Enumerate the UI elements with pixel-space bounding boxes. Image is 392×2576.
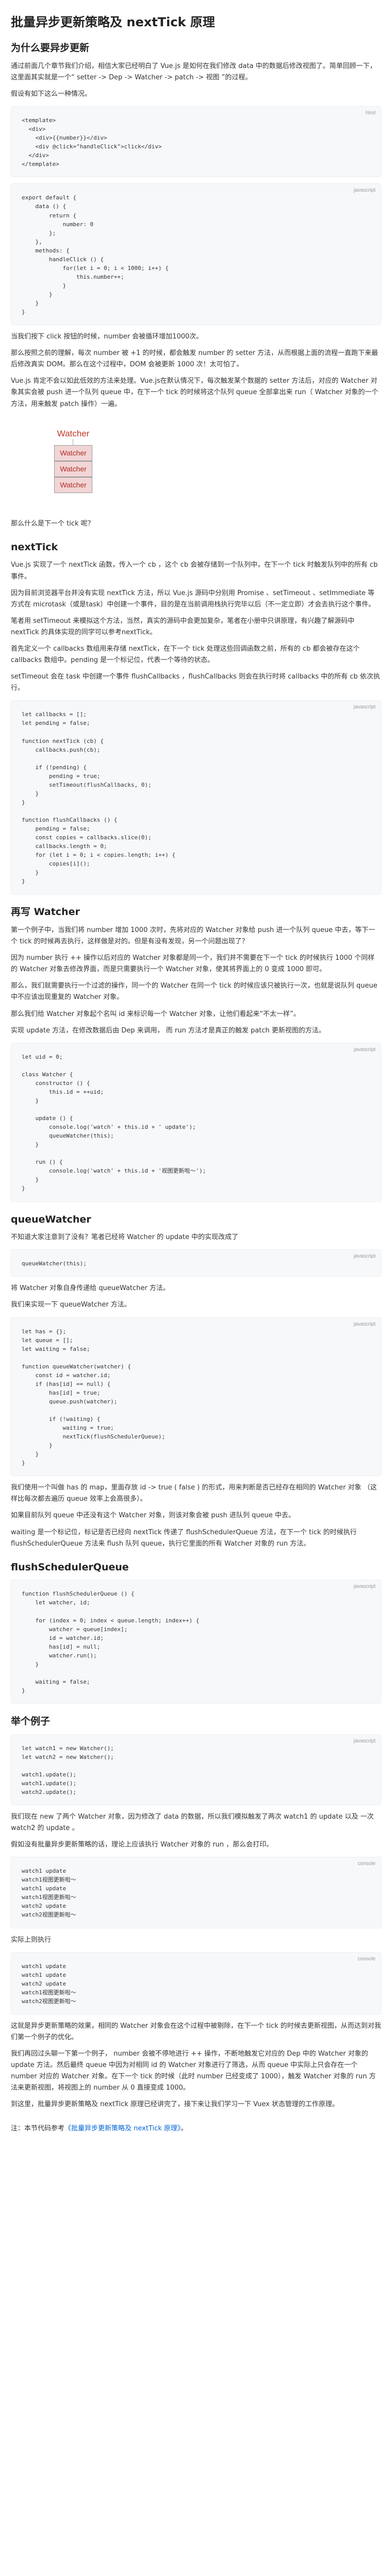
paragraph: 我们使用一个叫做 has 的 map，里面存放 id -> true ( fal… <box>11 1484 377 1503</box>
paragraph: 实现 update 方法，在修改数据后由 Dep 来调用， 而 run 方法才是… <box>11 1026 325 1035</box>
paragraph: 首先定义一个 callbacks 数组用来存储 nextTick，在下一个 ti… <box>11 645 360 665</box>
page-title: 批量异步更新策略及 nextTick 原理 <box>11 15 215 29</box>
code-content: watch1 update watch1视图更新啦～ watch1 update… <box>22 1868 76 1919</box>
paragraph: 假设有如下这么一种情况。 <box>11 90 92 98</box>
paragraph: 那么什么是下一个 tick 呢？ <box>11 519 94 528</box>
paragraph: waiting 是一个标记位，标记是否已经向 nextTick 传递了 flus… <box>11 1528 357 1548</box>
code-language-label: javascript <box>353 188 375 194</box>
code-content: let has = {}; let queue = []; let waitin… <box>22 1328 166 1467</box>
code-block-watcher-class: javascript let uid = 0; class Watcher { … <box>11 1042 381 1202</box>
section-heading-why-async: 为什么要异步更新 <box>11 42 90 54</box>
code-language-label: javascript <box>353 704 375 710</box>
code-language-label: html <box>366 110 375 116</box>
paragraph: 假如没有批量异步更新策略的话，理论上应该执行 Watcher 对象的 run ，… <box>11 1841 273 1849</box>
paragraph: 实际上则执行 <box>11 1936 52 1944</box>
paragraph: 那么，我们就需要执行一个过滤的操作，同一个的 Watcher 在同一个 tick… <box>11 982 378 1002</box>
code-language-label: javascript <box>353 1253 375 1260</box>
paragraph: 如果目前队列 queue 中还没有这个 Watcher 对象，则该对象会被 pu… <box>11 1512 295 1520</box>
code-language-label: console <box>357 1956 375 1962</box>
paragraph: 第一个例子中，当我们将 number 增加 1000 次时，先将对应的 Watc… <box>11 926 375 946</box>
source-link[interactable]: 《批量异步更新策略及 nextTick 原理》 <box>64 2125 181 2132</box>
article: 批量异步更新策略及 nextTick 原理 为什么要异步更新 通过前面几个章节我… <box>0 0 392 2160</box>
code-language-label: javascript <box>353 1738 375 1744</box>
paragraph: 因为 number 执行 ++ 操作以后对应的 Watcher 对象都是同一个，… <box>11 954 375 974</box>
paragraph: Vue.js 肯定不会以如此低效的方法来处理。Vue.js在默认情况下，每次触发… <box>11 377 379 408</box>
diagram-queue-item: Watcher <box>54 477 92 493</box>
code-content: <template> <div> <div>{{number}}</div> <… <box>22 117 162 168</box>
paragraph: 笔者用 setTimeout 来模拟这个方法，当然，真实的源码中会更加复杂，笔者… <box>11 617 355 636</box>
paragraph: 将 Watcher 对象自身传递给 queueWatcher 方法。 <box>11 1284 170 1293</box>
code-block-template: html <template> <div> <div>{{number}}</d… <box>11 106 381 178</box>
code-block-output-async: console watch1 update watch1 update watc… <box>11 1952 381 2014</box>
code-block-example: javascript let watch1 = new Watcher(); l… <box>11 1734 381 1805</box>
note-prefix: 注：本节代码参考 <box>11 2124 65 2132</box>
paragraph: 这就是异步更新策略的效果，相同的 Watcher 对象会在这个过程中被剔除，在下… <box>11 2022 381 2041</box>
code-content: queueWatcher(this); <box>22 1260 87 1267</box>
paragraph: 我们现在 new 了两个 Watcher 对象，因为修改了 data 的数据，所… <box>11 1812 374 1833</box>
code-language-label: javascript <box>353 1321 375 1327</box>
diagram-queue-item: Watcher <box>54 461 92 477</box>
code-language-label: javascript <box>353 1046 375 1053</box>
note-suffix: 。 <box>181 2124 188 2132</box>
code-language-label: javascript <box>353 1584 375 1590</box>
diagram-label: Watcher <box>57 428 90 438</box>
watcher-queue-diagram: Watcher Watcher Watcher Watcher <box>11 415 381 513</box>
section-heading-queuewatcher: queueWatcher <box>11 1213 91 1225</box>
code-content: let callbacks = []; let pending = false;… <box>22 711 176 885</box>
code-content: let watch1 = new Watcher(); let watch2 =… <box>22 1744 114 1795</box>
code-block-nexttick: javascript let callbacks = []; let pendi… <box>11 700 381 895</box>
section-heading-nexttick: nextTick <box>11 541 58 553</box>
source-note: 注：本节代码参考《批量异步更新策略及 nextTick 原理》。 <box>11 2123 381 2134</box>
paragraph: 我们再回过头聊一下第一个例子， number 会被不停地进行 ++ 操作，不断地… <box>11 2050 376 2092</box>
code-block-output-sync: console watch1 update watch1视图更新啦～ watch… <box>11 1857 381 1928</box>
code-language-label: console <box>357 1861 375 1867</box>
paragraph: 当我们按下 click 按钮的时候，number 会被循环增加1000次。 <box>11 333 203 341</box>
code-content: export default { data () { return { numb… <box>22 194 169 316</box>
paragraph: 那么我们给 Watcher 对象起个名叫 id 来标识每一个 Watcher 对… <box>11 1010 300 1018</box>
paragraph: 通过前面几个章节我们介绍，相信大家已经明白了 Vue.js 是如何在我们修改 d… <box>11 62 377 81</box>
section-heading-flushschedulerqueue: flushSchedulerQueue <box>11 1561 129 1573</box>
paragraph: 我们来实现一下 queueWatcher 方法。 <box>11 1301 131 1309</box>
code-content: watch1 update watch1 update watch2 updat… <box>22 1962 76 2005</box>
paragraph: 那么按照之前的理解，每次 number 被 +1 的时候，都会触发 number… <box>11 349 379 369</box>
paragraph: 到这里，批量异步更新策略及 nextTick 原理已经讲完了，接下来让我们学习一… <box>11 2100 339 2109</box>
code-block-component: javascript export default { data () { re… <box>11 183 381 326</box>
code-block-queuewatcher: javascript let has = {}; let queue = [];… <box>11 1317 381 1477</box>
diagram-queue-item: Watcher <box>54 445 92 461</box>
code-content: let uid = 0; class Watcher { constructor… <box>22 1053 206 1192</box>
paragraph: setTimeout 会在 task 中创建一个事件 flushCallback… <box>11 673 380 692</box>
section-heading-watcher: 再写 Watcher <box>11 906 80 918</box>
paragraph: 因为目前浏览器平台并没有实现 nextTick 方法，所以 Vue.js 源码中… <box>11 589 375 608</box>
code-block-queuewatcher-call: javascript queueWatcher(this); <box>11 1249 381 1277</box>
code-content: function flushSchedulerQueue () { let wa… <box>22 1590 200 1694</box>
paragraph: 不知道大家注意到了没有？笔者已经将 Watcher 的 update 中的实现改… <box>11 1233 239 1242</box>
paragraph: Vue.js 实现了一个 nextTick 函数，传入一个 cb ，这个 cb … <box>11 561 378 581</box>
code-block-flushschedulerqueue: javascript function flushSchedulerQueue … <box>11 1580 381 1704</box>
section-heading-example: 举个例子 <box>11 1715 51 1727</box>
